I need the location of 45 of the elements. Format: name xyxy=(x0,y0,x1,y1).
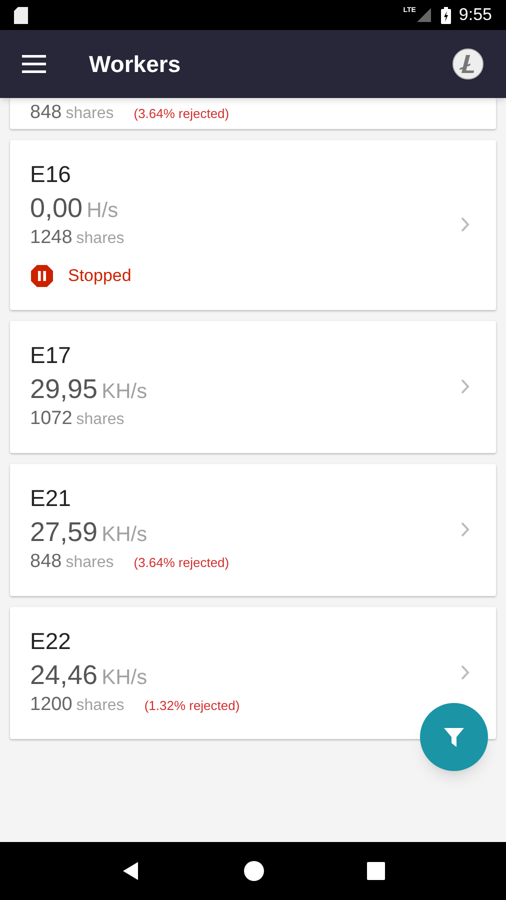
worker-card[interactable]: E22 24,46 KH/s 1200 shares (1.32% rejected) xyxy=(10,607,496,739)
hashrate-unit: KH/s xyxy=(102,522,148,548)
hashrate: 29,95 xyxy=(30,373,98,406)
sd-card-icon xyxy=(14,6,28,24)
shares-label: shares xyxy=(76,229,124,249)
back-icon[interactable] xyxy=(121,861,141,881)
hashrate: 24,46 xyxy=(30,659,98,692)
screen-title: Workers xyxy=(89,50,182,79)
shares-label: shares xyxy=(76,696,124,716)
pause-icon xyxy=(30,264,54,288)
shares-label: shares xyxy=(76,410,124,430)
chevron-right-icon xyxy=(461,216,470,232)
home-icon[interactable] xyxy=(243,860,265,882)
worker-name: E21 xyxy=(30,484,71,512)
worker-name: E16 xyxy=(30,160,71,188)
chevron-right-icon xyxy=(461,378,470,394)
rejected-rate: (1.32% rejected) xyxy=(144,697,240,715)
worker-name: E22 xyxy=(30,627,71,655)
clock: 9:55 xyxy=(458,4,492,26)
status-label: Stopped xyxy=(68,265,132,288)
hashrate: 27,59 xyxy=(30,516,98,549)
shares-label: shares xyxy=(66,553,114,573)
share-count: 1248 xyxy=(30,226,72,250)
rejected-rate: (3.64% rejected) xyxy=(134,554,230,572)
hashrate: 0,00 xyxy=(30,192,83,225)
worker-card[interactable]: E16 0,00 H/s 1248 shares Stopped xyxy=(10,140,496,310)
hashrate-unit: KH/s xyxy=(102,665,148,691)
share-count: 1200 xyxy=(30,693,72,717)
worker-card[interactable]: E21 27,59 KH/s 848 shares (3.64% rejected) xyxy=(10,464,496,596)
worker-card[interactable]: E17 29,95 KH/s 1072 shares xyxy=(10,321,496,453)
share-count: 848 xyxy=(30,101,62,125)
shares-label: shares xyxy=(66,104,114,124)
chevron-right-icon xyxy=(461,664,470,680)
battery-icon xyxy=(440,6,451,24)
signal-icon xyxy=(416,8,431,22)
share-count: 848 xyxy=(30,550,62,574)
coin-logo-icon[interactable] xyxy=(452,48,484,80)
share-count: 1072 xyxy=(30,407,72,431)
chevron-right-icon xyxy=(461,522,470,536)
rejected-rate: (3.64% rejected) xyxy=(134,105,230,123)
filter-icon xyxy=(442,725,466,749)
hashrate-unit: KH/s xyxy=(102,379,148,405)
worker-card[interactable]: 848 shares (3.64% rejected) xyxy=(10,98,496,129)
worker-name: E17 xyxy=(30,341,71,369)
hashrate-unit: H/s xyxy=(86,198,118,224)
